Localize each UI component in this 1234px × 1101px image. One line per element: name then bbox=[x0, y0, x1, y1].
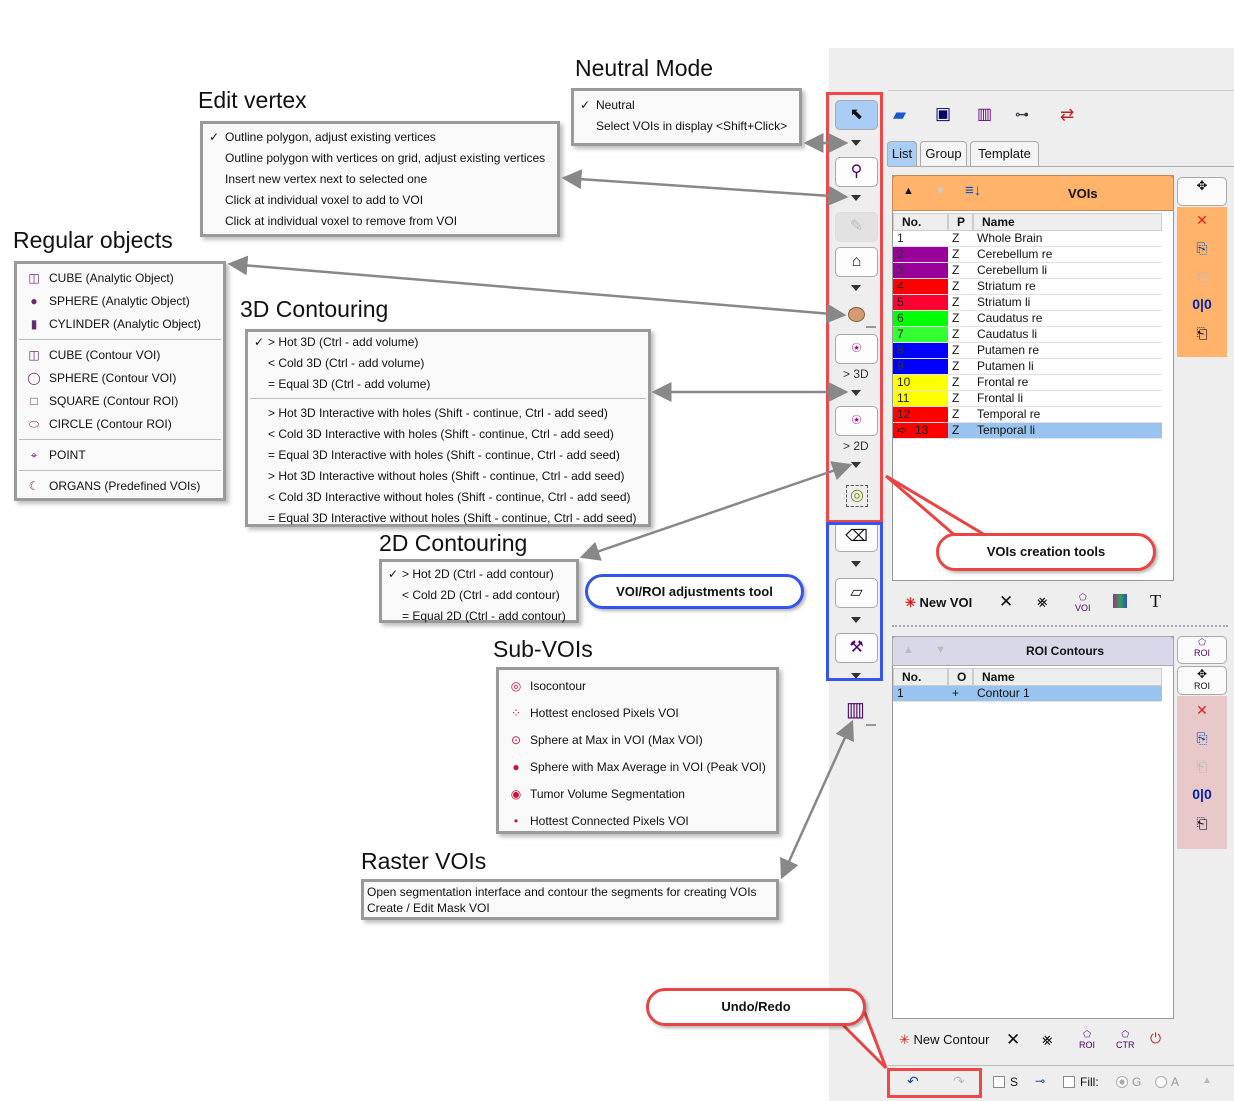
edit-vertex-arrow bbox=[561, 169, 849, 206]
vois-callout-tail bbox=[885, 474, 986, 540]
adjustments-callout: VOI/ROI adjustments tool bbox=[585, 574, 804, 609]
regular-objects-arrow bbox=[227, 255, 847, 324]
undo-redo-callout: Undo/Redo bbox=[646, 988, 866, 1026]
2d-contour-arrow bbox=[579, 461, 853, 561]
raster-arrow bbox=[780, 719, 854, 880]
vois-creation-callout: VOIs creation tools bbox=[936, 533, 1156, 571]
